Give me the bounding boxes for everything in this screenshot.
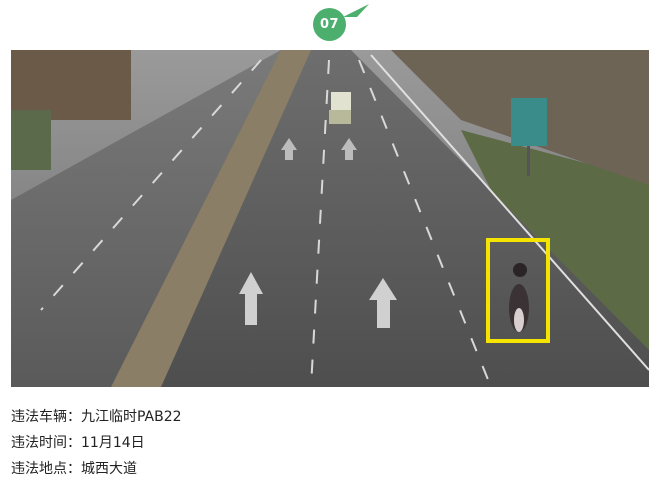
road-scene	[11, 50, 649, 387]
time-label: 违法时间：	[11, 435, 81, 451]
violation-highlight-box	[486, 238, 550, 343]
traffic-camera-photo	[11, 50, 649, 387]
time-value: 11月14日	[81, 435, 145, 451]
number-badge: 07	[313, 4, 373, 42]
vehicle-row: 违法车辆：九江临时PAB22	[11, 404, 182, 430]
badge-number: 07	[313, 8, 346, 41]
vehicle-label: 违法车辆：	[11, 409, 81, 425]
violation-card: 07 违法车辆：九江临时PAB22 违法时间：11月14日 违法地点：城西大道	[0, 0, 650, 490]
time-row: 违法时间：11月14日	[11, 430, 182, 456]
location-label: 违法地点：	[11, 461, 81, 477]
badge-tail-icon	[343, 4, 369, 17]
violation-info: 违法车辆：九江临时PAB22 违法时间：11月14日 违法地点：城西大道	[11, 404, 182, 482]
location-row: 违法地点：城西大道	[11, 456, 182, 482]
location-value: 城西大道	[81, 461, 137, 477]
vehicle-value: 九江临时PAB22	[81, 409, 182, 425]
